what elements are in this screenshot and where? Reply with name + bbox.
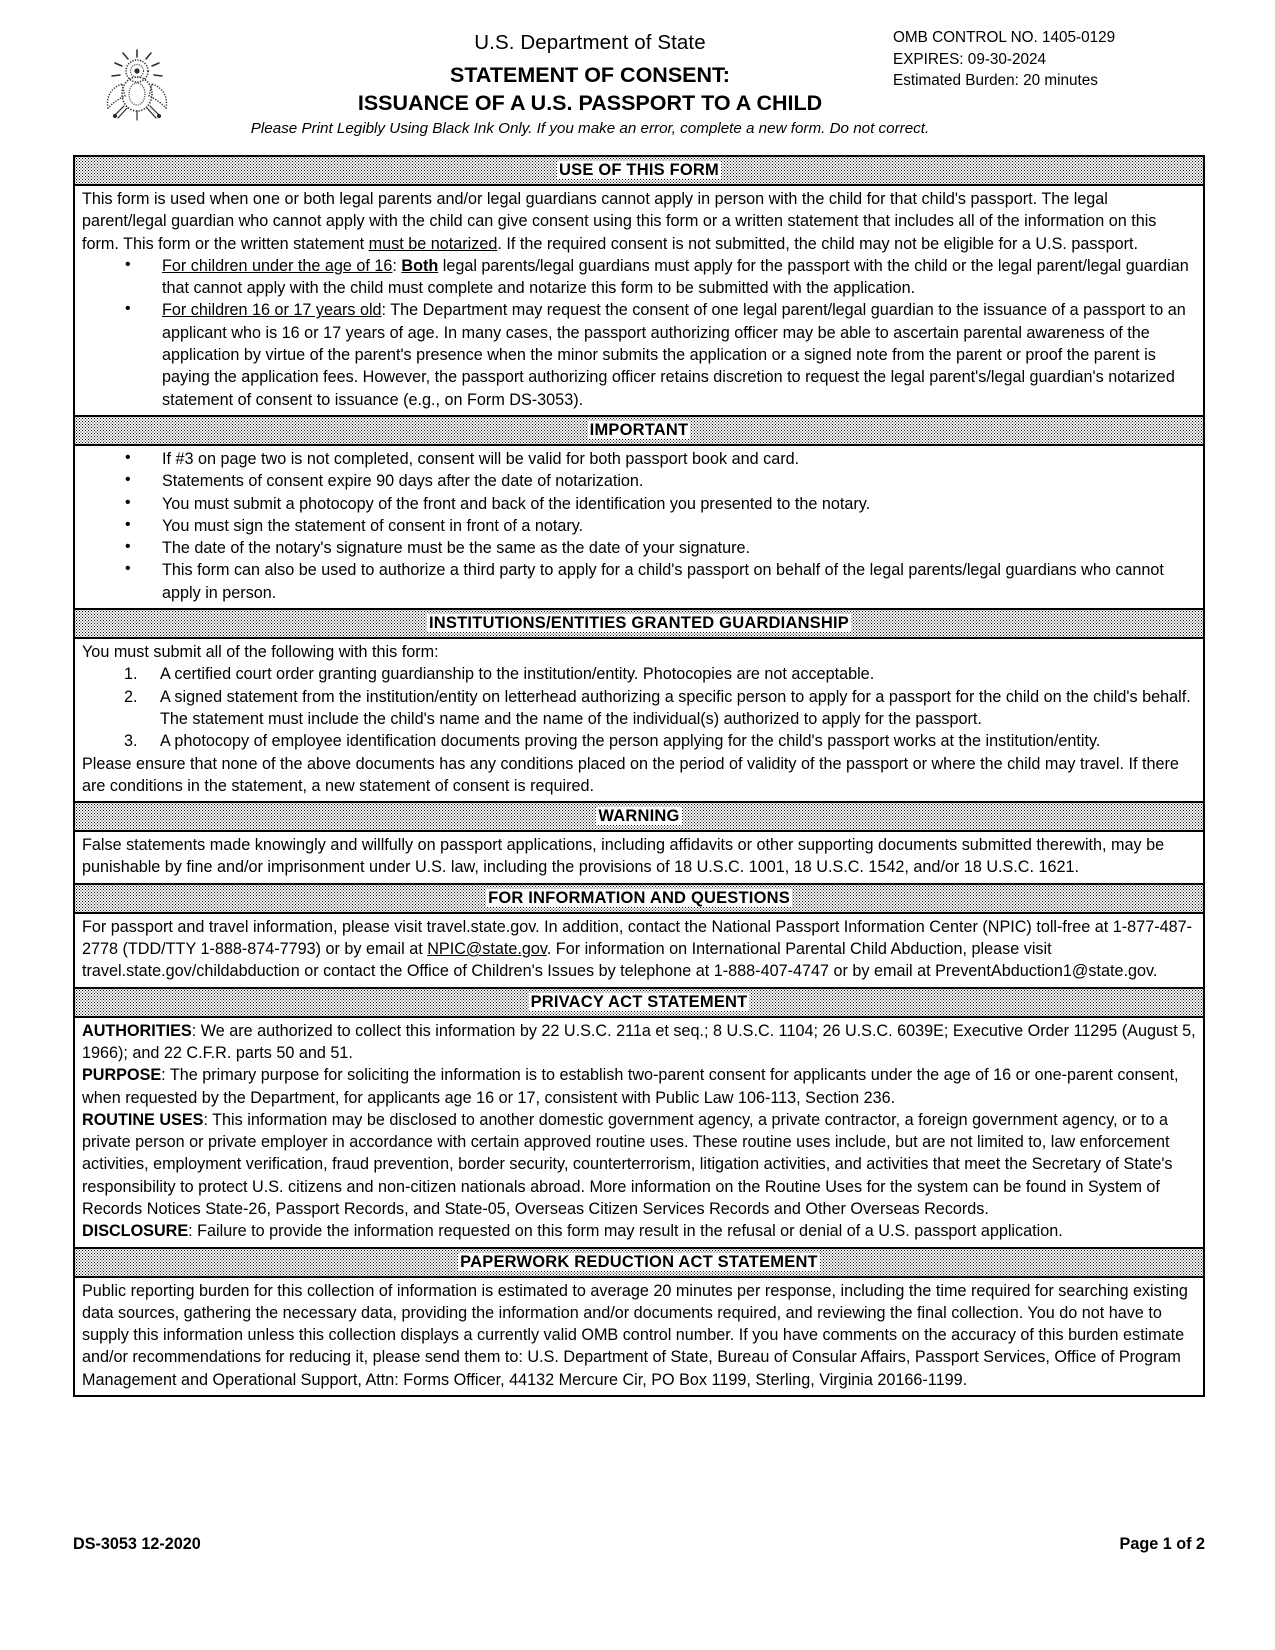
use-of-form-intro-underlined: must be notarized <box>368 234 498 253</box>
important-bullet-list: If #3 on page two is not completed, cons… <box>82 447 1196 604</box>
information-paragraph: For passport and travel information, ple… <box>82 916 1196 983</box>
section-heading-paperwork-reduction-act-statement-label: PAPERWORK REDUCTION ACT STATEMENT <box>458 1252 820 1271</box>
privacy-authorities-body: : We are authorized to collect this info… <box>82 1021 1196 1062</box>
department-name: U.S. Department of State <box>474 31 706 54</box>
privacy-authorities-label: AUTHORITIES <box>82 1021 192 1040</box>
list-item: For children under the age of 16: Both l… <box>82 254 1196 300</box>
omb-expiration-date: EXPIRES: 09-30-2024 <box>893 50 1047 68</box>
npic-email-link[interactable]: NPIC@state.gov <box>427 940 547 958</box>
section-heading-warning: WARNING <box>75 801 1203 833</box>
us-department-of-state-seal-icon <box>98 44 176 124</box>
section-heading-privacy-act-statement-label: PRIVACY ACT STATEMENT <box>528 992 750 1011</box>
section-heading-use-of-this-form: USE OF THIS FORM <box>75 157 1203 186</box>
section-heading-information-and-questions: FOR INFORMATION AND QUESTIONS <box>75 882 1203 914</box>
bullet-2-lead: For children 16 or 17 years old <box>162 301 382 320</box>
privacy-routine-uses-body: : This information may be disclosed to a… <box>82 1110 1173 1218</box>
warning-paragraph: False statements made knowingly and will… <box>82 836 1165 877</box>
privacy-purpose-paragraph: PURPOSE: The primary purpose for solicit… <box>82 1064 1196 1109</box>
section-body-institutions-entities: You must submit all of the following wit… <box>75 639 1203 801</box>
list-item: Statements of consent expire 90 days aft… <box>82 469 1196 492</box>
list-item: For children 16 or 17 years old: The Dep… <box>82 298 1196 410</box>
section-heading-institutions-entities-label: INSTITUTIONS/ENTITIES GRANTED GUARDIANSH… <box>427 614 851 633</box>
list-item: You must submit a photocopy of the front… <box>82 492 1196 515</box>
document-page: U.S. Department of State STATEMENT OF CO… <box>0 0 1275 1650</box>
section-heading-important-label: IMPORTANT <box>587 420 691 439</box>
section-body-use-of-this-form: This form is used when one or both legal… <box>75 186 1203 415</box>
use-of-form-bullet-list: For children under the age of 16: Both l… <box>82 254 1196 411</box>
privacy-authorities-paragraph: AUTHORITIES: We are authorized to collec… <box>82 1020 1196 1065</box>
section-heading-privacy-act-statement: PRIVACY ACT STATEMENT <box>75 986 1203 1018</box>
document-footer: DS-3053 12-2020 Page 1 of 2 <box>73 1535 1205 1554</box>
section-heading-institutions-entities: INSTITUTIONS/ENTITIES GRANTED GUARDIANSH… <box>75 608 1203 640</box>
omb-control-number: OMB CONTROL NO. 1405-0129 <box>893 29 1116 46</box>
bullet-1-bold-both: Both <box>401 256 439 275</box>
form-title-line-2: ISSUANCE OF A U.S. PASSPORT TO A CHILD <box>357 91 823 115</box>
list-item: A signed statement from the institution/… <box>124 686 1191 709</box>
form-title-line-1: STATEMENT OF CONSENT: <box>450 63 730 87</box>
document-header: U.S. Department of State STATEMENT OF CO… <box>0 0 1275 150</box>
form-identifier: DS-3053 12-2020 <box>73 1535 201 1553</box>
list-item: The date of the notary's signature must … <box>82 536 1196 559</box>
omb-info-block: OMB CONTROL NO. 1405-0129 EXPIRES: 09-30… <box>893 27 1223 92</box>
list-item: This form can also be used to authorize … <box>82 558 1196 604</box>
institutions-closing-paragraph: Please ensure that none of the above doc… <box>82 754 1179 795</box>
list-item: If #3 on page two is not completed, cons… <box>82 447 1196 470</box>
institutions-intro: You must submit all of the following wit… <box>82 643 439 662</box>
section-body-paperwork-reduction-act-statement: Public reporting burden for this collect… <box>75 1278 1203 1395</box>
section-body-information-and-questions: For passport and travel information, ple… <box>75 914 1203 987</box>
use-of-form-intro-b: . If the required consent is not submitt… <box>497 234 1138 253</box>
section-heading-information-and-questions-label: FOR INFORMATION AND QUESTIONS <box>486 888 792 907</box>
bullet-1-lead: For children under the age of 16 <box>162 256 393 275</box>
form-sections-table: USE OF THIS FORM This form is used when … <box>73 155 1205 1398</box>
section-body-important: If #3 on page two is not completed, cons… <box>75 446 1203 608</box>
omb-estimated-burden: Estimated Burden: 20 minutes <box>893 72 1098 89</box>
page-number: Page 1 of 2 <box>1119 1535 1205 1553</box>
section-body-privacy-act-statement: AUTHORITIES: We are authorized to collec… <box>75 1018 1203 1247</box>
privacy-routine-uses-paragraph: ROUTINE USES: This information may be di… <box>82 1109 1196 1220</box>
list-item: You must sign the statement of consent i… <box>82 514 1196 537</box>
institutions-numbered-list: A certified court order granting guardia… <box>82 663 1196 752</box>
use-of-form-intro-paragraph: This form is used when one or both legal… <box>82 188 1196 255</box>
institutions-item-2-note: The statement must include the child's n… <box>160 709 982 728</box>
section-heading-important: IMPORTANT <box>75 414 1203 446</box>
privacy-purpose-body: : The primary purpose for soliciting the… <box>82 1066 1179 1107</box>
section-heading-warning-label: WARNING <box>596 807 682 826</box>
paperwork-paragraph: Public reporting burden for this collect… <box>82 1281 1188 1389</box>
privacy-disclosure-body: : Failure to provide the information req… <box>188 1222 1063 1241</box>
section-heading-use-of-this-form-label: USE OF THIS FORM <box>557 161 721 179</box>
form-instruction-subtitle: Please Print Legibly Using Black Ink Onl… <box>250 120 930 137</box>
list-item: A certified court order granting guardia… <box>124 663 875 686</box>
privacy-purpose-label: PURPOSE <box>82 1066 162 1085</box>
privacy-disclosure-label: DISCLOSURE <box>82 1222 189 1241</box>
privacy-routine-uses-label: ROUTINE USES <box>82 1110 204 1129</box>
header-title-block: U.S. Department of State STATEMENT OF CO… <box>170 30 1010 139</box>
section-body-warning: False statements made knowingly and will… <box>75 832 1203 883</box>
list-item: A photocopy of employee identification d… <box>124 730 1101 753</box>
privacy-disclosure-paragraph: DISCLOSURE: Failure to provide the infor… <box>82 1220 1196 1242</box>
section-heading-paperwork-reduction-act-statement: PAPERWORK REDUCTION ACT STATEMENT <box>75 1246 1203 1278</box>
